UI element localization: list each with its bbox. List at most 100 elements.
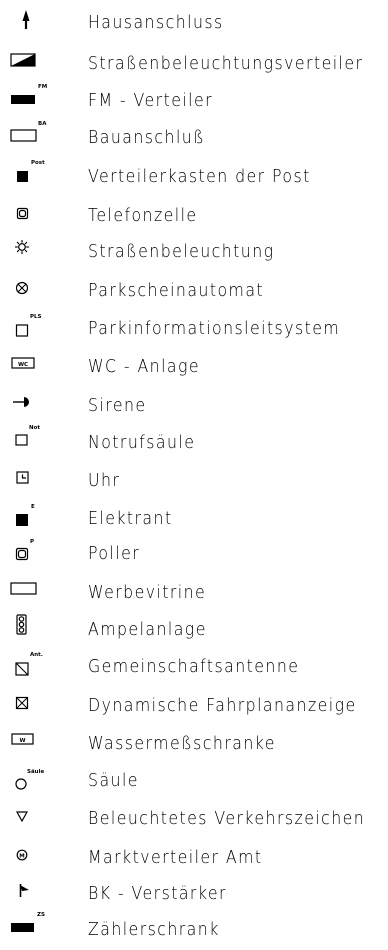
legend-row: Säule Säule [0, 764, 388, 801]
filled-square-e-icon-graphic: E [16, 504, 35, 526]
rounded-square-icon [0, 199, 70, 236]
siren-icon [0, 389, 70, 426]
filled-box-zs-icon: ZS [0, 912, 70, 950]
legend-row: Ant. Gemeinschaftsantenne [0, 650, 388, 687]
antenna-square-icon-graphic: Ant. [15, 652, 43, 676]
legend-row: ZS Zählerschrank [0, 912, 388, 950]
rounded-square-icon-graphic [16, 207, 29, 220]
symbol-legend: Hausanschluss Straßenbeleuchtungsverteile… [0, 0, 388, 940]
legend-label: Poller [88, 544, 141, 564]
empty-box-ba-icon-graphic: BA [10, 121, 47, 142]
legend-label: Sirene [88, 396, 147, 416]
legend-label: Elektrant [88, 509, 173, 529]
legend-label: Dynamische Fahrplananzeige [88, 696, 357, 716]
circle-cross-icon-graphic [15, 281, 29, 295]
circle-m-icon-graphic: M [16, 849, 28, 861]
legend-label: Wassermeßschranke [88, 734, 276, 754]
square-not-icon-graphic: Not [15, 425, 40, 446]
legend-label: Telefonzelle [88, 206, 198, 226]
legend-label: FM - Verteiler [88, 91, 214, 111]
filled-box-fm-icon-graphic: FM [11, 84, 47, 104]
legend-row: FM FM - Verteiler [0, 84, 388, 121]
legend-row: Uhr [0, 464, 388, 501]
legend-row: PLS Parkinformationsleitsystem [0, 312, 388, 349]
legend-row: Beleuchtetes Verkehrszeichen [0, 802, 388, 839]
legend-label: Straßenbeleuchtung [88, 242, 275, 262]
empty-rectangle-icon-graphic [10, 582, 37, 595]
symbol-tag: BA [38, 121, 47, 127]
legend-label: Verteilerkasten der Post [88, 167, 311, 187]
legend-row: Sirene [0, 389, 388, 426]
flag-icon [0, 877, 70, 914]
legend-label: WC - Anlage [88, 357, 201, 377]
filled-square-post-icon: Post [0, 160, 70, 197]
filled-box-zs-icon-graphic: ZS [11, 912, 45, 932]
symbol-tag: Post [31, 160, 45, 166]
legend-label: Straßenbeleuchtungsverteiler [88, 54, 364, 74]
legend-row: Ampelanlage [0, 613, 388, 650]
siren-icon-graphic [13, 397, 29, 407]
flag-icon-graphic [19, 884, 29, 897]
legend-label: BK - Verstärker [88, 884, 227, 904]
legend-label: Parkinformationsleitsystem [88, 319, 341, 339]
symbol-tag: Not [29, 425, 40, 431]
symbol-tag: Säule [27, 769, 44, 775]
column-circle-icon-graphic: Säule [15, 769, 44, 790]
crossed-square-icon-graphic [15, 696, 29, 710]
legend-row: P Poller [0, 537, 388, 574]
filled-box-fm-icon: FM [0, 84, 70, 121]
antenna-square-icon: Ant. [0, 650, 70, 687]
legend-label: Werbevitrine [88, 583, 207, 603]
legend-row: Post Verteilerkasten der Post [0, 160, 388, 197]
symbol-tag: PLS [30, 314, 42, 320]
symbol-tag: ZS [37, 912, 45, 918]
legend-label: Parkscheinautomat [88, 281, 265, 301]
legend-label: Gemeinschaftsantenne [88, 657, 300, 677]
w-box-icon-graphic: W [11, 733, 34, 745]
legend-row: M Marktverteiler Amt [0, 841, 388, 878]
w-box-icon: W [0, 727, 70, 764]
empty-rectangle-icon [0, 576, 70, 613]
symbol-tag: P [30, 539, 34, 545]
legend-row: BK - Verstärker [0, 877, 388, 914]
legend-label: Marktverteiler Amt [88, 848, 263, 868]
clock-square-icon [0, 464, 70, 501]
bollard-icon-graphic: P [15, 539, 34, 561]
diagonal-half-filled-box-icon-graphic [10, 53, 36, 67]
legend-label: Hausanschluss [88, 13, 224, 33]
legend-label: Ampelanlage [88, 620, 207, 640]
svg-text:M: M [19, 853, 24, 859]
circle-cross-icon [0, 274, 70, 311]
svg-text:WC: WC [18, 362, 28, 368]
legend-label: Säule [88, 771, 139, 791]
symbol-tag: E [31, 504, 35, 510]
symbol-tag: Ant. [30, 652, 43, 658]
legend-row: Werbevitrine [0, 576, 388, 613]
legend-row: W Wassermeßschranke [0, 727, 388, 764]
column-circle-icon: Säule [0, 764, 70, 801]
legend-row: Dynamische Fahrplananzeige [0, 689, 388, 726]
wc-box-icon-graphic: WC [11, 357, 35, 369]
arrow-up-icon-graphic [22, 10, 30, 29]
legend-row: WC WC - Anlage [0, 350, 388, 387]
legend-row: E Elektrant [0, 502, 388, 539]
filled-square-e-icon: E [0, 502, 70, 539]
diagonal-half-filled-box-icon [0, 47, 70, 84]
legend-label: Bauanschluß [88, 128, 206, 148]
legend-row: Hausanschluss [0, 6, 388, 43]
sun-icon-graphic [15, 240, 29, 254]
filled-square-post-icon-graphic: Post [17, 160, 45, 182]
bollard-icon: P [0, 537, 70, 574]
svg-text:W: W [19, 738, 25, 744]
legend-row: BA Bauanschluß [0, 121, 388, 158]
crossed-square-icon [0, 689, 70, 726]
triangle-down-icon [0, 802, 70, 839]
legend-label: Beleuchtetes Verkehrszeichen [88, 809, 366, 829]
wc-box-icon: WC [0, 350, 70, 387]
circle-m-icon: M [0, 841, 70, 878]
legend-label: Uhr [88, 471, 121, 491]
clock-square-icon-graphic [16, 471, 29, 484]
traffic-light-icon [0, 613, 70, 650]
empty-box-ba-icon: BA [0, 121, 70, 158]
legend-label: Notrufsäule [88, 433, 196, 453]
